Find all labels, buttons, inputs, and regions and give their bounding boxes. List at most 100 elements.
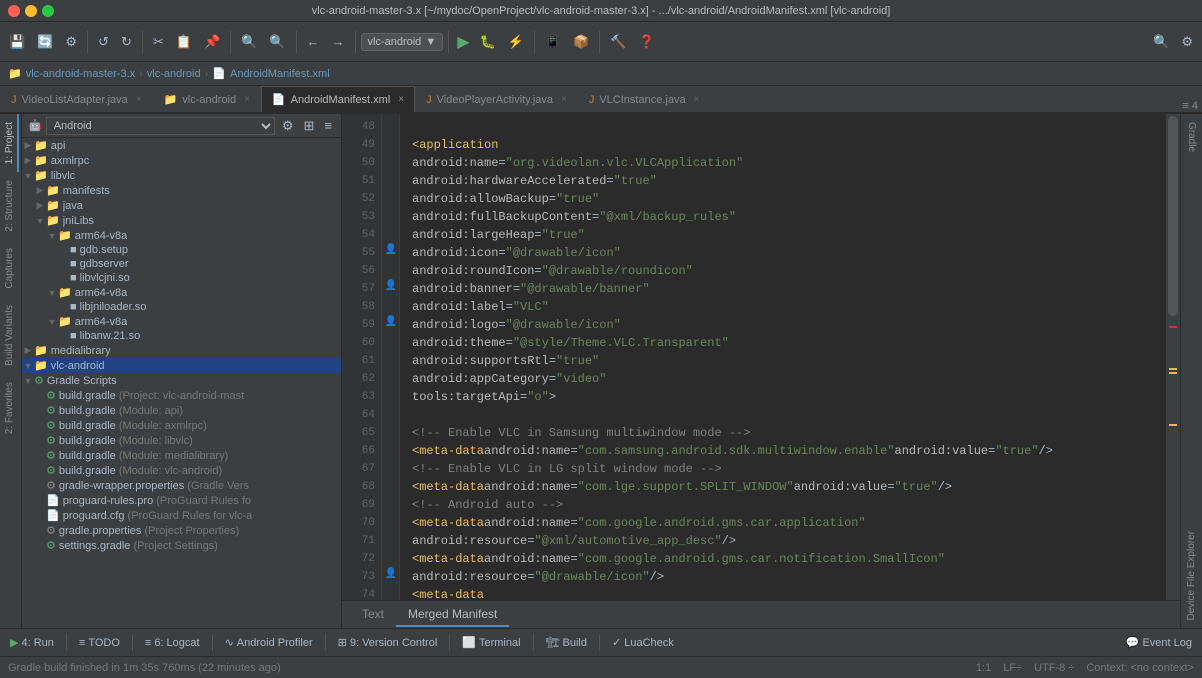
bottom-tab-merged-manifest[interactable]: Merged Manifest: [396, 603, 509, 627]
tree-item-java[interactable]: ▶ 📁 java: [22, 198, 341, 213]
tree-item-jnilibs[interactable]: ▼ 📁 jniLibs: [22, 213, 341, 228]
panel-tab-project[interactable]: 1: Project: [2, 114, 19, 172]
line-68: 68: [342, 478, 375, 496]
help-btn[interactable]: ❓: [633, 31, 659, 53]
back-btn[interactable]: ←: [302, 31, 325, 52]
code-area[interactable]: <application android:name="org.videolan.…: [400, 114, 1166, 600]
tab-vlcinstance[interactable]: J VLCInstance.java ×: [578, 86, 711, 112]
panel-tab-captures[interactable]: Captures: [2, 240, 19, 297]
tab-video-list-adapter[interactable]: J VideoListAdapter.java ×: [0, 86, 153, 112]
tab-android-manifest[interactable]: 📄 AndroidManifest.xml ×: [261, 86, 415, 112]
tree-item-proguard-cfg[interactable]: ▶ 📄 proguard.cfg (ProGuard Rules for vlc…: [22, 508, 341, 523]
cut-btn[interactable]: ✂: [148, 31, 169, 53]
tab-close-1[interactable]: ×: [136, 94, 142, 105]
search-everywhere-btn[interactable]: 🔍: [1148, 31, 1174, 53]
tree-item-gradle-scripts[interactable]: ▼ ⚙ Gradle Scripts: [22, 373, 341, 388]
tree-item-libvlc[interactable]: ▼ 📁 libvlc: [22, 168, 341, 183]
minimize-button[interactable]: [25, 5, 37, 17]
tree-item-libjniloader[interactable]: ▶ ■ libjniloader.so: [22, 300, 341, 314]
tree-item-gradle-wrapper[interactable]: ▶ ⚙ gradle-wrapper.properties (Gradle Ve…: [22, 478, 341, 493]
breadcrumb-module[interactable]: vlc-android: [147, 68, 201, 80]
scrollbar-thumb[interactable]: [1168, 116, 1178, 316]
sdk-btn[interactable]: 📦: [568, 31, 594, 53]
tree-item-arm64-3[interactable]: ▼ 📁 arm64-v8a: [22, 314, 341, 329]
run-bar-run[interactable]: ▶ 4: Run: [6, 634, 58, 651]
sidebar-sort-btn[interactable]: ⊞: [301, 117, 318, 135]
undo-btn[interactable]: ↺: [93, 31, 114, 53]
find-btn[interactable]: 🔍: [236, 31, 262, 53]
avd-btn[interactable]: 📱: [540, 31, 566, 53]
tree-item-arm64-1[interactable]: ▼ 📁 arm64-v8a: [22, 228, 341, 243]
project-selector[interactable]: vlc-android ▼: [361, 33, 444, 51]
sync-btn[interactable]: 🔄: [32, 31, 58, 53]
tree-item-build-gradle-project[interactable]: ▶ ⚙ build.gradle (Project: vlc-android-m…: [22, 388, 341, 403]
tree-item-arm64-2[interactable]: ▼ 📁 arm64-v8a: [22, 285, 341, 300]
run-bar-terminal[interactable]: ⬜ Terminal: [458, 634, 524, 651]
tree-item-build-gradle-media[interactable]: ▶ ⚙ build.gradle (Module: medialibrary): [22, 448, 341, 463]
tab-close-4[interactable]: ×: [561, 94, 567, 105]
view-selector[interactable]: Android Project: [46, 117, 275, 135]
tree-item-libvlcjni[interactable]: ▶ ■ libvlcjni.so: [22, 271, 341, 285]
separator-2: [142, 31, 143, 53]
tree-item-manifests[interactable]: ▶ 📁 manifests: [22, 183, 341, 198]
tree-item-gdb-setup[interactable]: ▶ ■ gdb.setup: [22, 243, 341, 257]
profile-btn[interactable]: ⚡: [503, 31, 529, 53]
save-btn[interactable]: 💾: [4, 31, 30, 53]
bottom-tab-text[interactable]: Text: [350, 603, 396, 627]
run-bar-build[interactable]: 🏗 Build: [542, 634, 591, 651]
breadcrumb-file[interactable]: AndroidManifest.xml: [230, 68, 330, 80]
panel-tab-device-file-explorer[interactable]: Device File Explorer: [1184, 523, 1199, 628]
tree-item-build-gradle-vlc[interactable]: ▶ ⚙ build.gradle (Module: vlc-android): [22, 463, 341, 478]
panel-tab-favorites[interactable]: 2: Favorites: [2, 374, 19, 442]
tree-item-settings-gradle[interactable]: ▶ ⚙ settings.gradle (Project Settings): [22, 538, 341, 553]
android-icon: 🤖: [28, 119, 42, 132]
tree-item-medialibrary[interactable]: ▶ 📁 medialibrary: [22, 343, 341, 358]
redo-btn[interactable]: ↻: [116, 31, 137, 53]
close-button[interactable]: [8, 5, 20, 17]
tree-item-proguard-rules[interactable]: ▶ 📄 proguard-rules.pro (ProGuard Rules f…: [22, 493, 341, 508]
status-position[interactable]: 1:1: [976, 662, 991, 674]
vertical-scrollbar[interactable]: [1166, 114, 1180, 600]
sidebar-filter-btn[interactable]: ≡: [321, 117, 335, 134]
tree-item-libanw[interactable]: ▶ ■ libanw.21.so: [22, 329, 341, 343]
tree-item-build-gradle-api[interactable]: ▶ ⚙ build.gradle (Module: api): [22, 403, 341, 418]
run-bar-luacheck[interactable]: ✓ LuaCheck: [608, 634, 678, 651]
tab-close-3[interactable]: ×: [398, 94, 404, 105]
tree-item-api[interactable]: ▶ 📁 api: [22, 138, 341, 153]
find2-btn[interactable]: 🔍: [264, 31, 290, 53]
tab-video-player-activity[interactable]: J VideoPlayerActivity.java ×: [415, 86, 578, 112]
status-lf[interactable]: LF÷: [1003, 662, 1022, 674]
tree-item-axmlrpc[interactable]: ▶ 📁 axmlrpc: [22, 153, 341, 168]
terminal-label: Terminal: [479, 637, 521, 649]
tree-item-gradle-properties[interactable]: ▶ ⚙ gradle.properties (Project Propertie…: [22, 523, 341, 538]
tab-vlc-android[interactable]: 📁 vlc-android ×: [153, 86, 261, 112]
sync2-btn[interactable]: ⚙: [60, 31, 82, 53]
run-bar-todo[interactable]: ≡ TODO: [75, 635, 124, 651]
sync-gradle-btn[interactable]: 🔨: [605, 31, 631, 53]
run-bar-profiler[interactable]: ∿ Android Profiler: [221, 634, 317, 651]
paste-btn[interactable]: 📌: [199, 31, 225, 53]
tree-item-build-gradle-libvlc[interactable]: ▶ ⚙ build.gradle (Module: libvlc): [22, 433, 341, 448]
tree-item-gdbserver[interactable]: ▶ ■ gdbserver: [22, 257, 341, 271]
tab-close-5[interactable]: ×: [694, 94, 700, 105]
run-bar-version-control[interactable]: ⊞ 9: Version Control: [334, 634, 442, 651]
run-bar-logcat[interactable]: ≡ 6: Logcat: [141, 635, 204, 651]
status-encoding[interactable]: UTF-8 ÷: [1034, 662, 1074, 674]
breadcrumb-root[interactable]: vlc-android-master-3.x: [26, 68, 135, 80]
copy-btn[interactable]: 📋: [171, 31, 197, 53]
tab-close-2[interactable]: ×: [244, 94, 250, 105]
settings-btn[interactable]: ⚙: [1176, 31, 1198, 53]
forward-btn[interactable]: →: [327, 31, 350, 52]
separator-8: [599, 31, 600, 53]
tree-item-vlc-android[interactable]: ▼ 📁 vlc-android: [22, 358, 341, 373]
panel-tab-structure[interactable]: 2: Structure: [2, 172, 19, 240]
debug-btn[interactable]: 🐛: [475, 31, 501, 53]
sidebar-gear-btn[interactable]: ⚙: [279, 117, 297, 135]
tree-item-build-gradle-axmlrpc[interactable]: ▶ ⚙ build.gradle (Module: axmlrpc): [22, 418, 341, 433]
panel-tab-gradle[interactable]: Gradle: [1184, 114, 1199, 160]
panel-tab-build-variants[interactable]: Build Variants: [2, 297, 19, 374]
play-btn[interactable]: ▶: [454, 29, 472, 55]
run-bar-event-log[interactable]: 💬 Event Log: [1122, 634, 1196, 651]
maximize-button[interactable]: [42, 5, 54, 17]
run-sep-7: [599, 635, 600, 651]
